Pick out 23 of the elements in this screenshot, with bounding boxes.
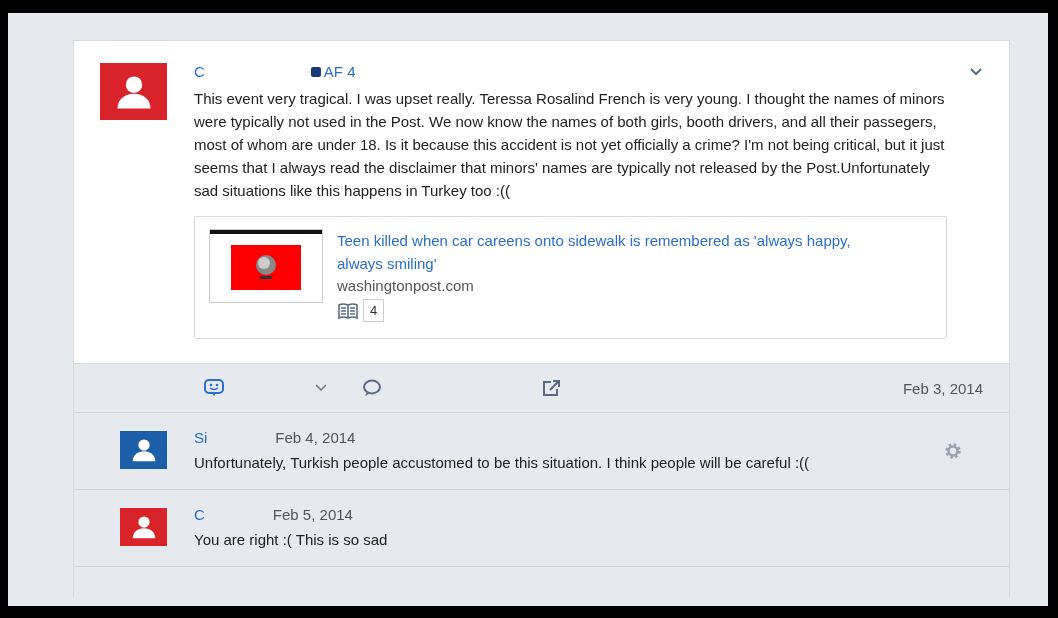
badge-label: AF 4 (323, 63, 356, 80)
reply-date: Feb 4, 2014 (275, 429, 356, 446)
link-preview-card[interactable]: Teen killed when car careens onto sidewalk is remembered as 'always happy, always smiling' washingtonpost.com 4 (194, 216, 947, 339)
author-name[interactable]: C (194, 63, 205, 80)
comment-text: This event very tragical. I was upset really. Teressa Rosalind French is very young. I thought the names of minors were typically not used in the Post. We now know the names of both girls, booth drivers, and all their passegers, most of whom are under 18. Is it because this accident is not yet officially a crime? I'm not being critical, but it just seems that I always read the disclaimer that minors' names are typically not released by the Post.Unfortunately sad situations like this happens in Turkey too :(( (194, 89, 946, 201)
reply-text: Unfortunately, Turkish people accustomed to be this situation. I think people will be careful :(( (194, 454, 811, 471)
article-link[interactable]: Teen killed when car careens onto sidewalk is remembered as 'always happy, always smiling' (337, 229, 882, 275)
avatar[interactable] (100, 63, 167, 120)
badge-icon (310, 66, 321, 77)
reply-text: You are right :( This is so sad (194, 531, 389, 548)
author-name[interactable]: C (194, 506, 205, 523)
author-name[interactable]: Si (194, 429, 208, 446)
share-icon[interactable] (542, 379, 562, 397)
link-domain: washingtonpost.com (337, 276, 475, 296)
post-date: Feb 3, 2014 (902, 379, 983, 397)
reply-date: Feb 5, 2014 (272, 506, 353, 523)
book-icon (337, 301, 359, 320)
share-count: 4 (363, 299, 385, 322)
smiley-icon[interactable] (204, 379, 224, 397)
caret-icon[interactable] (969, 67, 983, 77)
avatar[interactable] (120, 431, 167, 469)
avatar[interactable] (120, 508, 167, 546)
speech-bubble-icon[interactable] (362, 379, 382, 397)
